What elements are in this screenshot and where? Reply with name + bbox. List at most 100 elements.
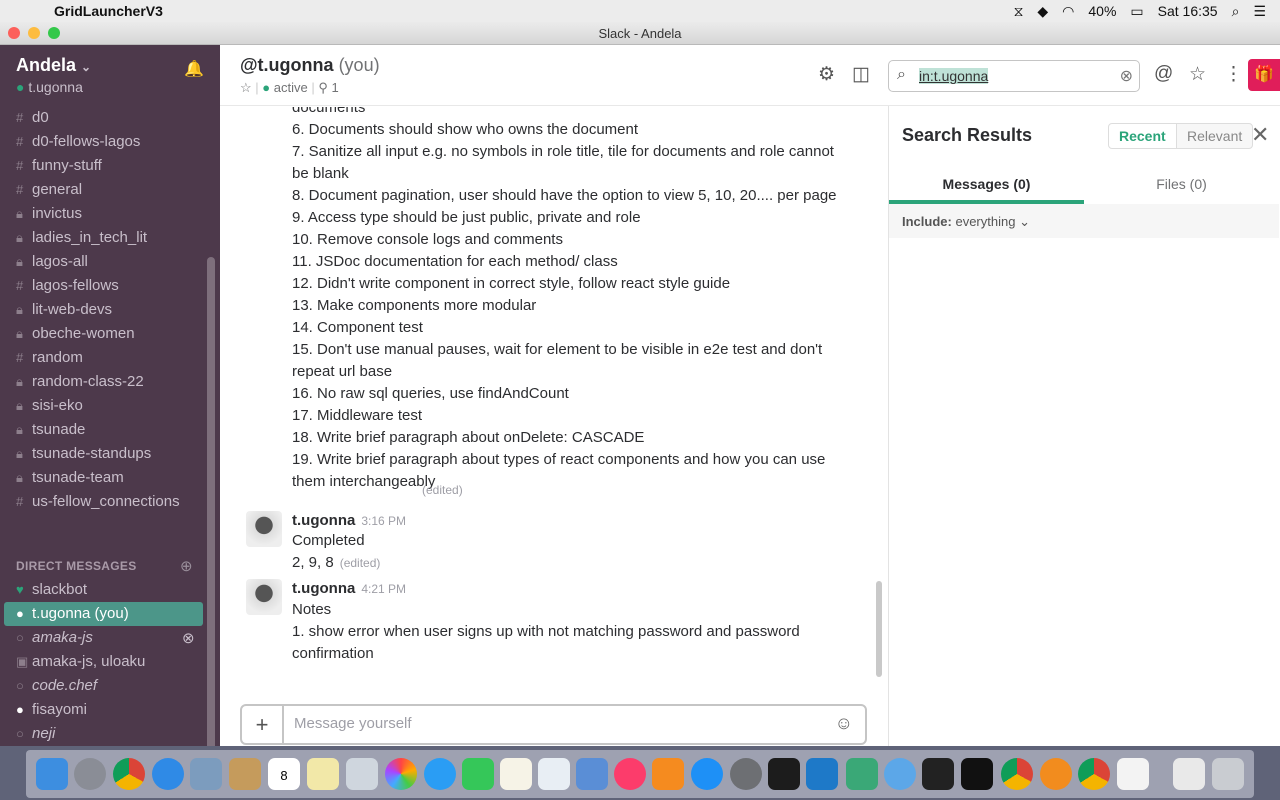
emoji-icon[interactable]: ☺: [835, 713, 853, 734]
sidebar-channel-d0-fellows-lagos[interactable]: # d0-fellows-lagos: [16, 130, 206, 154]
menubar-clock[interactable]: Sat 16:35: [1158, 3, 1218, 19]
attach-plus-button[interactable]: +: [242, 706, 284, 743]
sidebar-dm-code.chef[interactable]: ○ code.chef: [16, 674, 206, 698]
battery-icon[interactable]: ▭: [1130, 3, 1143, 20]
postman-icon[interactable]: [1040, 758, 1072, 790]
more-menu-icon[interactable]: ⋮: [1224, 63, 1243, 86]
chrome-icon[interactable]: [1078, 758, 1110, 790]
wifi-icon[interactable]: ◠: [1062, 3, 1074, 20]
contacts-icon[interactable]: [229, 758, 261, 790]
sidebar-channel-random-class-22[interactable]: 🔒︎ random-class-22: [16, 370, 206, 394]
gift-icon[interactable]: 🎁: [1248, 59, 1280, 91]
ibooks-icon[interactable]: [652, 758, 684, 790]
sidebar-dm-slackbot[interactable]: ♥ slackbot: [16, 578, 206, 602]
tab-files[interactable]: Files (0): [1084, 176, 1279, 192]
message-scrollbar[interactable]: [876, 581, 882, 677]
search-input[interactable]: in:t.ugonna: [919, 68, 989, 84]
sidebar-dm-amaka-js, uloaku[interactable]: ▣ amaka-js, uloaku: [16, 650, 206, 674]
include-filter[interactable]: Include: everything ⌄: [889, 204, 1279, 238]
sidebar-channel-tsunade-standups[interactable]: 🔒︎ tsunade-standups: [16, 442, 206, 466]
launchpad-icon[interactable]: [74, 758, 106, 790]
sidebar-channel-ladies_in_tech_lit[interactable]: 🔒︎ ladies_in_tech_lit: [16, 226, 206, 250]
sidebar-channel-d0[interactable]: # d0: [16, 106, 206, 130]
minimize-window-button[interactable]: [28, 27, 40, 39]
preview-icon[interactable]: [346, 758, 378, 790]
downloads-folder-icon[interactable]: [1173, 758, 1205, 790]
message-author[interactable]: t.ugonna 3:16 PM: [292, 512, 406, 529]
sidebar-channel-obeche-women[interactable]: 🔒︎ obeche-women: [16, 322, 206, 346]
sidebar-channel-lagos-fellows[interactable]: # lagos-fellows: [16, 274, 206, 298]
sort-relevant-button[interactable]: Relevant: [1176, 123, 1254, 149]
mentions-icon[interactable]: @: [1154, 63, 1173, 85]
starred-icon[interactable]: ☆: [1189, 63, 1206, 86]
spotlight-search-icon[interactable]: ⌕: [1232, 3, 1240, 20]
clear-search-icon[interactable]: ⊗: [1120, 66, 1133, 86]
tableplus-icon[interactable]: [884, 758, 916, 790]
sidebar-channel-invictus[interactable]: 🔒︎ invictus: [16, 202, 206, 226]
notes-icon[interactable]: [307, 758, 339, 790]
slack-icon[interactable]: [846, 758, 878, 790]
elephant-icon[interactable]: ◆: [1037, 3, 1048, 20]
avatar[interactable]: [246, 579, 282, 615]
vscode-icon[interactable]: [806, 758, 838, 790]
star-icon[interactable]: ☆: [240, 80, 252, 95]
sidebar-channel-random[interactable]: # random: [16, 346, 206, 370]
bell-icon[interactable]: 🔔: [184, 59, 204, 79]
message-timestamp[interactable]: 4:21 PM: [361, 582, 406, 596]
notification-center-icon[interactable]: ☰: [1253, 3, 1266, 20]
menubar-app-name[interactable]: GridLauncherV3: [54, 3, 163, 19]
team-name[interactable]: Andela ⌄: [16, 55, 91, 76]
sidebar-channel-tsunade-team[interactable]: 🔒︎ tsunade-team: [16, 466, 206, 490]
finder-icon[interactable]: [36, 758, 68, 790]
system-preferences-icon[interactable]: [730, 758, 762, 790]
terminal-icon[interactable]: [768, 758, 800, 790]
safari-icon[interactable]: [152, 758, 184, 790]
pin-icon[interactable]: ⚲: [318, 80, 328, 95]
chrome-icon[interactable]: [113, 758, 145, 790]
facetime-icon[interactable]: [462, 758, 494, 790]
zoom-window-button[interactable]: [48, 27, 60, 39]
close-window-button[interactable]: [8, 27, 20, 39]
tab-messages[interactable]: Messages (0): [889, 176, 1084, 192]
photos-icon[interactable]: [385, 758, 417, 790]
sidebar-dm-t.ugonna (you)[interactable]: ● t.ugonna (you): [16, 602, 206, 626]
pinned-count[interactable]: 1: [332, 80, 339, 95]
sort-recent-button[interactable]: Recent: [1108, 123, 1177, 149]
message-timestamp[interactable]: 3:16 PM: [361, 514, 406, 528]
chrome-icon[interactable]: [1001, 758, 1033, 790]
close-icon[interactable]: ✕: [1251, 122, 1269, 148]
direct-messages-heading[interactable]: DIRECT MESSAGES: [16, 559, 137, 573]
activity-monitor-icon[interactable]: [922, 758, 954, 790]
java-icon[interactable]: [1117, 758, 1149, 790]
sidebar-toggle-icon[interactable]: ◫: [852, 63, 870, 86]
sidebar-dm-neji[interactable]: ○ neji: [16, 722, 206, 746]
search-field[interactable]: ⌕ in:t.ugonna ⊗: [888, 60, 1140, 92]
sidebar-channel-general[interactable]: # general: [16, 178, 206, 202]
message-author[interactable]: t.ugonna 4:21 PM: [292, 580, 406, 597]
mail-icon[interactable]: [190, 758, 222, 790]
trash-icon[interactable]: [1212, 758, 1244, 790]
gear-icon[interactable]: ⚙: [818, 63, 835, 86]
sidebar-channel-funny-stuff[interactable]: # funny-stuff: [16, 154, 206, 178]
current-user[interactable]: ● t.ugonna: [16, 79, 83, 95]
sidebar-channel-sisi-eko[interactable]: 🔒︎ sisi-eko: [16, 394, 206, 418]
sidebar-channel-tsunade[interactable]: 🔒︎ tsunade: [16, 418, 206, 442]
messages-icon[interactable]: [424, 758, 456, 790]
sidebar-dm-fisayomi[interactable]: ● fisayomi: [16, 698, 206, 722]
gridlauncher-icon[interactable]: ⧖: [1014, 3, 1024, 20]
battery-percent[interactable]: 40%: [1088, 3, 1116, 19]
numbers-icon[interactable]: [538, 758, 570, 790]
sidebar-channel-lit-web-devs[interactable]: 🔒︎ lit-web-devs: [16, 298, 206, 322]
avatar[interactable]: [246, 511, 282, 547]
console-icon[interactable]: [961, 758, 993, 790]
sidebar-dm-amaka-js[interactable]: ○ amaka-js: [16, 626, 206, 650]
sidebar-channel-lagos-all[interactable]: 🔒︎ lagos-all: [16, 250, 206, 274]
pages-icon[interactable]: [500, 758, 532, 790]
app-store-icon[interactable]: [691, 758, 723, 790]
itunes-icon[interactable]: [614, 758, 646, 790]
sidebar-scrollbar[interactable]: [207, 257, 215, 746]
sidebar-channel-us-fellow_connections[interactable]: # us-fellow_connections: [16, 490, 206, 514]
add-dm-icon[interactable]: ⊕: [180, 557, 193, 575]
message-input[interactable]: Message yourself: [294, 715, 412, 732]
keynote-icon[interactable]: [576, 758, 608, 790]
